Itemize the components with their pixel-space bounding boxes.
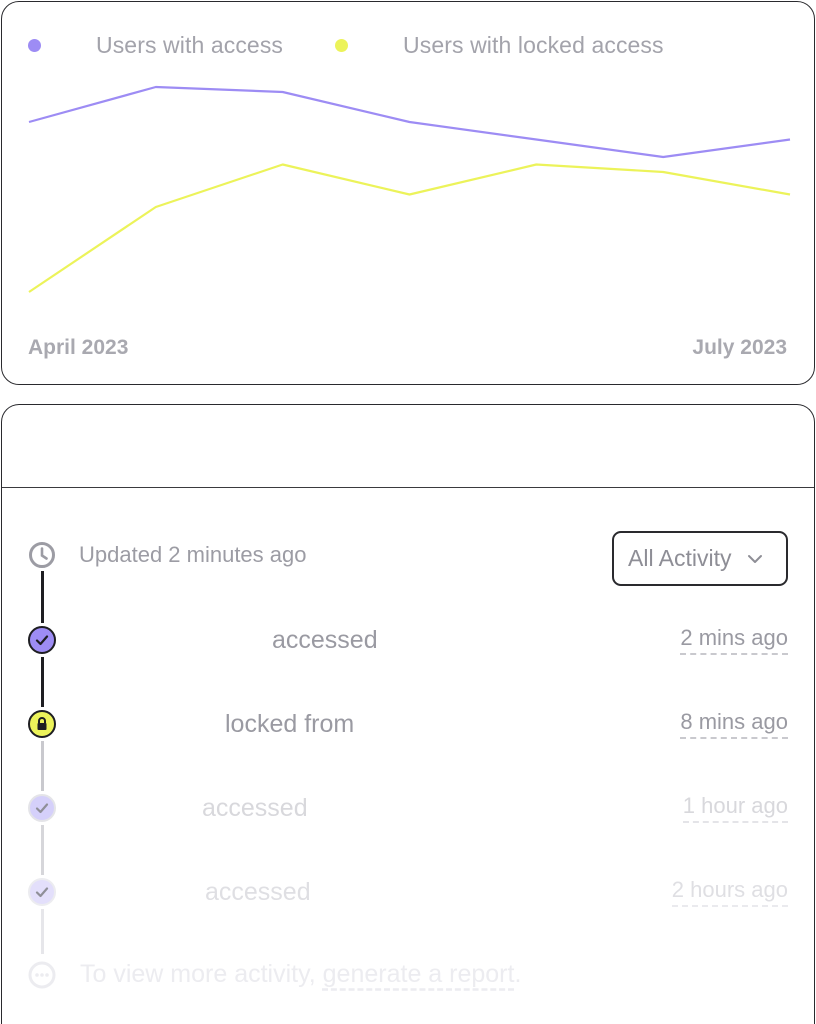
legend-label: Users with access — [96, 32, 284, 58]
generate-report-link[interactable]: generate a report — [323, 960, 515, 988]
event-status-node — [28, 710, 56, 738]
x-axis-start-label: April 2023 — [28, 336, 129, 359]
activity-card: Updated 2 minutes ago All Activity acces… — [1, 404, 815, 1024]
event-time-link[interactable]: 2 hours ago — [671, 877, 788, 907]
chart-legend: Users with access Users with locked acce… — [28, 32, 716, 59]
timeline-connector — [41, 657, 44, 707]
last-updated: Updated 2 minutes ago — [28, 541, 307, 569]
event-action-text: accessed — [202, 793, 308, 822]
more-icon — [28, 961, 56, 988]
event-status-node — [28, 794, 56, 822]
view-more-suffix: . — [514, 960, 522, 988]
event-action-text: locked from — [225, 709, 355, 738]
view-more-text: To view more activity, generate a report… — [80, 960, 521, 989]
legend-item-users-with-locked-access[interactable]: Users with locked access — [335, 32, 664, 59]
legend-item-users-with-access[interactable]: Users with access — [28, 32, 283, 59]
activity-event: accessed 2 hours ago — [28, 872, 788, 912]
series-line-0 — [28, 85, 791, 159]
legend-dot-icon — [335, 39, 349, 52]
event-time-link[interactable]: 8 mins ago — [680, 709, 788, 739]
view-more-activity: To view more activity, generate a report… — [28, 960, 521, 989]
clock-icon — [29, 542, 55, 568]
activity-event: accessed 1 hour ago — [28, 788, 788, 828]
activity-filter-dropdown[interactable]: All Activity — [612, 531, 788, 586]
series-line-1 — [28, 163, 791, 293]
activity-filter-label: All Activity — [628, 545, 732, 571]
legend-dot-icon — [28, 39, 41, 52]
event-action-text: accessed — [205, 877, 311, 906]
event-status-node — [28, 878, 56, 906]
activity-event: locked from 8 mins ago — [28, 704, 788, 744]
legend-label: Users with locked access — [403, 32, 664, 58]
event-action-text: accessed — [272, 625, 378, 654]
check-icon — [35, 635, 49, 646]
timeline-connector — [41, 909, 44, 954]
access-line-chart — [28, 85, 791, 293]
updated-text: Updated 2 minutes ago — [79, 542, 307, 567]
timeline-connector — [41, 741, 44, 791]
chevron-down-icon — [747, 554, 762, 563]
x-axis-end-label: July 2023 — [692, 336, 787, 359]
event-time-link[interactable]: 2 mins ago — [680, 625, 788, 655]
timeline-connector — [41, 825, 44, 875]
access-chart-card: Users with access Users with locked acce… — [1, 1, 815, 385]
check-icon — [35, 887, 49, 898]
check-icon — [35, 803, 49, 814]
activity-card-header — [2, 405, 814, 488]
event-time-link[interactable]: 1 hour ago — [682, 793, 788, 823]
view-more-prefix: To view more activity, — [80, 960, 323, 988]
lock-icon — [37, 717, 47, 730]
activity-event: accessed 2 mins ago — [28, 620, 788, 660]
timeline-connector — [41, 571, 44, 623]
event-status-node — [28, 626, 56, 654]
